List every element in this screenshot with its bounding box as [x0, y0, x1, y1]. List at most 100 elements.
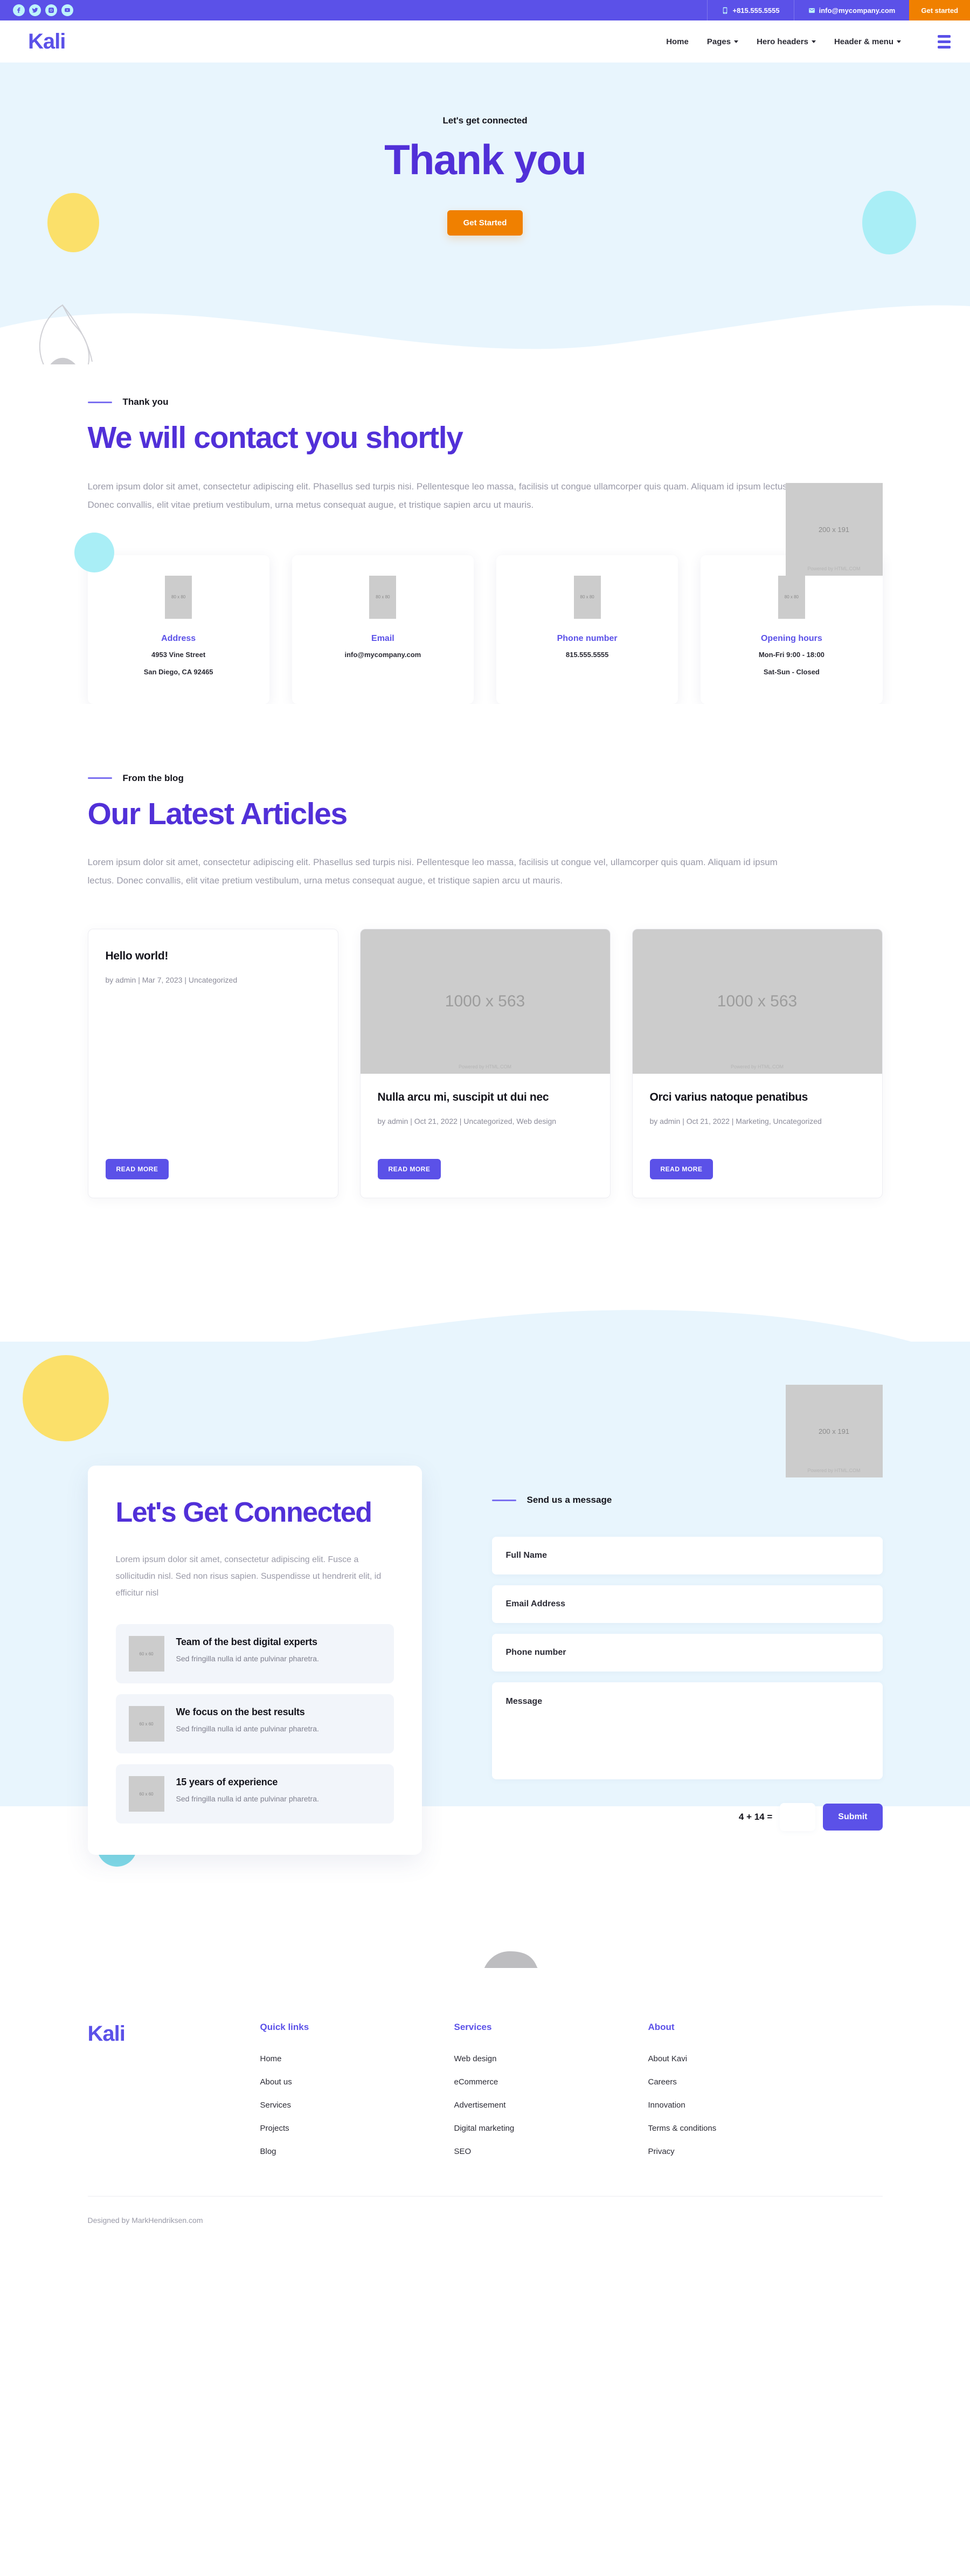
info-card-address[interactable]: 80 x 80 Address 4953 Vine Street San Die… — [87, 555, 269, 704]
feature-item[interactable]: 60 x 60 We focus on the best results Sed… — [115, 1694, 394, 1754]
phone-number-input[interactable] — [491, 1634, 883, 1672]
blog-card-title: Orci varius natoque penatibus — [649, 1091, 808, 1104]
footer-link[interactable]: Services — [260, 2101, 454, 2110]
footer-column-services: Services Web design eCommerce Advertisem… — [454, 2022, 648, 2170]
placeholder-label: 1000 x 563 — [445, 992, 525, 1011]
info-card-email[interactable]: 80 x 80 Email info@mycompany.com — [292, 555, 474, 704]
read-more-button[interactable]: READ MORE — [377, 1159, 441, 1180]
feature-desc: Sed fringilla nulla id ante pulvinar pha… — [176, 1724, 319, 1733]
blog-card-thumbnail: 1000 x 563 Powered by HTML.COM — [360, 929, 610, 1074]
footer-link[interactable]: Blog — [260, 2147, 454, 2156]
top-utility-bar: +815.555.5555 info@mycompany.com Get sta… — [0, 0, 970, 20]
rocket-doodle-icon — [39, 304, 93, 364]
read-more-button[interactable]: READ MORE — [649, 1159, 713, 1180]
blog-card[interactable]: Hello world! by admin | Mar 7, 2023 | Un… — [87, 929, 338, 1199]
hamburger-menu-icon[interactable] — [938, 34, 951, 49]
contact-eyebrow-row: Thank you — [87, 397, 883, 408]
lets-get-connected-card: Let's Get Connected Lorem ipsum dolor si… — [87, 1466, 422, 1855]
footer-link[interactable]: SEO — [454, 2147, 648, 2156]
info-card-phone[interactable]: 80 x 80 Phone number 815.555.5555 — [496, 555, 678, 704]
footer-link[interactable]: Careers — [648, 2077, 842, 2087]
email-address-input[interactable] — [491, 1585, 883, 1624]
footer-link[interactable]: Innovation — [648, 2101, 842, 2110]
eyebrow-dash — [87, 401, 112, 403]
captcha-question: 4 + 14 = — [738, 1812, 773, 1822]
placeholder-label: 200 x 191 — [818, 1427, 850, 1435]
captcha-input[interactable] — [780, 1803, 816, 1832]
blog-card[interactable]: 1000 x 563 Powered by HTML.COM Nulla arc… — [359, 929, 611, 1199]
footer-column-title: Services — [454, 2022, 492, 2033]
topbar-email[interactable]: info@mycompany.com — [793, 0, 910, 20]
blog-card-title: Hello world! — [105, 950, 169, 963]
contact-intro-container: Thank you We will contact you shortly Lo… — [74, 397, 883, 576]
footer-column-title: About — [648, 2022, 675, 2033]
info-card-title: Opening hours — [760, 633, 822, 643]
footer-link[interactable]: About Kavi — [648, 2054, 842, 2063]
blog-card-title: Nulla arcu mi, suscipit ut dui nec — [377, 1091, 549, 1104]
footer-link[interactable]: Home — [260, 2054, 454, 2063]
footer-link[interactable]: Advertisement — [454, 2101, 648, 2110]
phone-icon — [723, 7, 728, 13]
contact-heading: We will contact you shortly — [87, 420, 463, 455]
feature-icon: 60 x 60 — [128, 1636, 164, 1672]
get-started-topbar-button[interactable]: Get started — [909, 0, 970, 20]
blog-card-meta: by admin | Oct 21, 2022 | Uncategorized,… — [377, 1116, 557, 1125]
nav-item-header-menu[interactable]: Header & menu — [834, 37, 901, 46]
blog-card-grid: Hello world! by admin | Mar 7, 2023 | Un… — [87, 929, 883, 1199]
footer-logo[interactable]: Kali — [88, 2022, 260, 2170]
full-name-input[interactable] — [491, 1537, 883, 1575]
blog-card-body: Orci varius natoque penatibus by admin |… — [633, 1074, 882, 1198]
envelope-icon — [808, 8, 815, 13]
info-card-line: 815.555.5555 — [565, 650, 609, 659]
feature-desc: Sed fringilla nulla id ante pulvinar pha… — [176, 1654, 319, 1663]
placeholder-footer: Powered by HTML.COM — [730, 1064, 784, 1070]
info-card-title: Phone number — [557, 633, 618, 643]
eyebrow-dash — [87, 777, 112, 779]
form-eyebrow-row: Send us a message — [491, 1495, 883, 1505]
intro-placeholder-image: 200 x 191 Powered by HTML.COM — [785, 483, 883, 576]
chevron-down-icon — [897, 40, 901, 43]
blog-card[interactable]: 1000 x 563 Powered by HTML.COM Orci vari… — [632, 929, 883, 1199]
nav-item-pages[interactable]: Pages — [706, 37, 739, 46]
submit-button[interactable]: Submit — [823, 1804, 883, 1831]
blog-eyebrow-row: From the blog — [87, 773, 883, 784]
captcha-row: 4 + 14 = Submit — [492, 1803, 883, 1832]
feature-item[interactable]: 60 x 60 15 years of experience Sed fring… — [115, 1764, 394, 1824]
hero-content: Let's get connected Thank you Get Starte… — [0, 63, 970, 236]
footer-credit: Designed by MarkHendriksen.com — [87, 2196, 883, 2247]
youtube-icon[interactable] — [61, 4, 73, 16]
nav-item-hero-headers[interactable]: Hero headers — [757, 37, 816, 46]
footer-link[interactable]: Web design — [454, 2054, 648, 2063]
footer-link[interactable]: Terms & conditions — [648, 2124, 842, 2133]
placeholder-footer: Powered by HTML.COM — [807, 1468, 861, 1474]
topbar-right-group: +815.555.5555 info@mycompany.com Get sta… — [707, 0, 970, 20]
nav-item-home[interactable]: Home — [666, 37, 689, 46]
connect-section: Let's Get Connected Lorem ipsum dolor si… — [0, 1250, 970, 1969]
hero-get-started-button[interactable]: Get Started — [447, 210, 523, 236]
footer-link[interactable]: Privacy — [648, 2147, 842, 2156]
page-root: +815.555.5555 info@mycompany.com Get sta… — [0, 0, 970, 2248]
feature-text: We focus on the best results Sed fringil… — [176, 1706, 319, 1735]
message-textarea[interactable] — [491, 1682, 883, 1780]
placeholder-label: 200 x 191 — [818, 525, 850, 534]
topbar-phone-label: +815.555.5555 — [732, 6, 780, 15]
instagram-icon[interactable] — [45, 4, 57, 16]
nav-label: Home — [666, 37, 689, 46]
feature-item[interactable]: 60 x 60 Team of the best digital experts… — [115, 1624, 394, 1684]
footer-link[interactable]: About us — [260, 2077, 454, 2087]
topbar-phone[interactable]: +815.555.5555 — [707, 0, 793, 20]
cyan-small-blob-decor — [74, 533, 114, 572]
info-card-opening-hours[interactable]: 80 x 80 Opening hours Mon-Fri 9:00 - 18:… — [701, 555, 883, 704]
nav-label: Pages — [706, 37, 731, 46]
facebook-icon[interactable] — [13, 4, 25, 16]
footer-link[interactable]: Projects — [260, 2124, 454, 2133]
info-card-line: 4953 Vine Street — [151, 650, 206, 659]
footer-link[interactable]: eCommerce — [454, 2077, 648, 2087]
phone-card-icon: 80 x 80 — [573, 575, 601, 619]
info-card-line: San Diego, CA 92465 — [143, 667, 213, 676]
footer-link[interactable]: Digital marketing — [454, 2124, 648, 2133]
read-more-button[interactable]: READ MORE — [105, 1159, 169, 1180]
twitter-icon[interactable] — [29, 4, 41, 16]
connect-card-paragraph: Lorem ipsum dolor sit amet, consectetur … — [115, 1555, 382, 1598]
site-logo[interactable]: Kali — [28, 31, 66, 52]
